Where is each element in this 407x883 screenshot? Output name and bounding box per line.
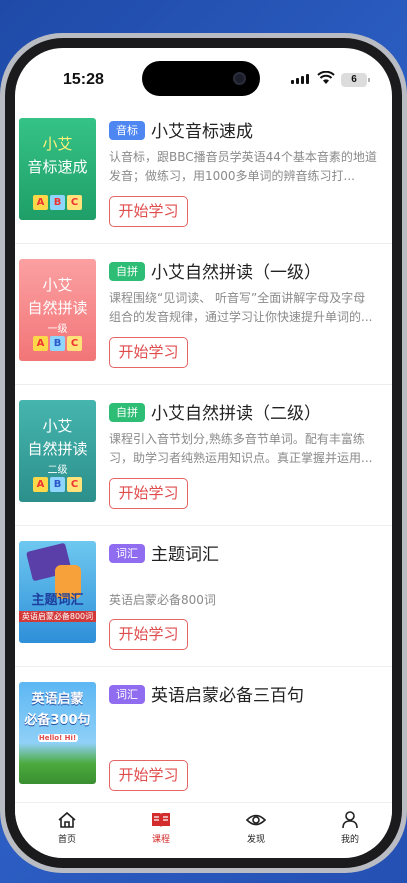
camera-icon <box>233 72 246 85</box>
tab-home[interactable]: 首页 <box>37 811 97 845</box>
course-list: 小艾 音标速成 A B C 音标 小艾音标速成 认音标，跟BBC播音员学英语44… <box>15 103 392 808</box>
tab-bar: 首页 课程 发现 我的 <box>15 802 392 857</box>
thumbnail-text: 二级 <box>47 465 68 476</box>
phone-bezel: 15:28 6 小艾 音标速成 A B C 音标 小艾音标速成 认音标，跟BBC… <box>5 38 402 868</box>
letter-block: C <box>67 195 82 210</box>
phone-frame: 15:28 6 小艾 音标速成 A B C 音标 小艾音标速成 认音标，跟BBC… <box>0 33 407 873</box>
tab-profile[interactable]: 我的 <box>320 811 380 845</box>
wifi-icon <box>317 71 335 84</box>
course-item[interactable]: 小艾 自然拼读 一级 A B C 自拼 小艾自然拼读（一级） 课程围绕“见词读、… <box>15 244 392 385</box>
start-learning-button[interactable]: 开始学习 <box>109 760 188 791</box>
category-badge: 自拼 <box>109 403 145 422</box>
status-time: 15:28 <box>63 71 104 88</box>
course-title: 英语启蒙必备三百句 <box>151 686 304 706</box>
start-learning-button[interactable]: 开始学习 <box>109 619 188 650</box>
course-description: 英语启蒙必备800词 <box>109 593 216 607</box>
thumbnail-text: 自然拼读 <box>27 299 88 317</box>
letter-block: C <box>67 336 82 351</box>
thumbnail-text: 主题词汇 <box>31 593 84 608</box>
thumbnail-text: 音标速成 <box>27 158 88 176</box>
thumbnail-text: 一级 <box>47 324 68 335</box>
course-thumbnail: 小艾 自然拼读 二级 A B C <box>19 400 96 502</box>
tab-label: 发现 <box>246 835 265 845</box>
letter-block: B <box>50 336 65 351</box>
start-learning-button[interactable]: 开始学习 <box>109 196 188 227</box>
status-bar: 15:28 6 <box>15 48 392 100</box>
letter-block: B <box>50 195 65 210</box>
course-thumbnail: 小艾 自然拼读 一级 A B C <box>19 259 96 361</box>
course-thumbnail: 英语启蒙 必备300句 Hello! Hi! <box>19 682 96 784</box>
letter-block: B <box>50 477 65 492</box>
tab-discover[interactable]: 发现 <box>226 811 286 845</box>
letter-blocks: A B C <box>19 336 96 351</box>
speech-bubble: Hello! Hi! <box>37 734 78 742</box>
category-badge: 词汇 <box>109 685 145 704</box>
thumbnail-text: 小艾 <box>42 417 73 435</box>
thumbnail-text: 小艾 <box>42 135 73 153</box>
eye-icon <box>246 814 266 826</box>
tab-label: 课程 <box>151 835 170 845</box>
thumbnail-text: 英语启蒙 <box>31 692 84 707</box>
thumbnail-text: 英语启蒙必备800词 <box>19 611 96 622</box>
letter-block: A <box>33 336 48 351</box>
course-title: 小艾自然拼读（一级） <box>151 263 321 283</box>
course-item[interactable]: 主题词汇 英语启蒙必备800词 词汇 主题词汇 英语启蒙必备800词 开始学习 <box>15 526 392 667</box>
tab-label: 我的 <box>340 835 359 845</box>
battery-icon: 6 <box>341 73 370 87</box>
category-badge: 词汇 <box>109 544 145 563</box>
course-item[interactable]: 小艾 音标速成 A B C 音标 小艾音标速成 认音标，跟BBC播音员学英语44… <box>15 103 392 244</box>
letter-block: A <box>33 195 48 210</box>
course-item[interactable]: 小艾 自然拼读 二级 A B C 自拼 小艾自然拼读（二级） 课程引入音节划分,… <box>15 385 392 526</box>
home-icon <box>58 811 76 828</box>
course-item[interactable]: 英语启蒙 必备300句 Hello! Hi! 词汇 英语启蒙必备三百句 开始学习 <box>15 667 392 808</box>
thumbnail-text: 小艾 <box>42 276 73 294</box>
category-badge: 音标 <box>109 121 145 140</box>
category-badge: 自拼 <box>109 262 145 281</box>
course-title: 主题词汇 <box>151 545 219 565</box>
dynamic-island <box>142 61 260 96</box>
app-screen: 15:28 6 小艾 音标速成 A B C 音标 小艾音标速成 认音标，跟BBC… <box>15 48 392 858</box>
start-learning-button[interactable]: 开始学习 <box>109 337 188 368</box>
tab-courses[interactable]: 课程 <box>131 811 191 845</box>
letter-blocks: A B C <box>19 195 96 210</box>
signal-icon <box>291 74 309 84</box>
course-title: 小艾音标速成 <box>151 122 253 142</box>
course-description: 课程围绕“见词读、 听音写”全面讲解字母及字母组合的发音规律，通过学习让你快速提… <box>109 291 373 324</box>
course-title: 小艾自然拼读（二级） <box>151 404 321 424</box>
letter-block: C <box>67 477 82 492</box>
course-thumbnail: 主题词汇 英语启蒙必备800词 <box>19 541 96 643</box>
thumbnail-text: 自然拼读 <box>27 440 88 458</box>
tab-label: 首页 <box>57 835 76 845</box>
letter-block: A <box>33 477 48 492</box>
book-icon <box>152 813 170 827</box>
course-description: 认音标，跟BBC播音员学英语44个基本音素的地道发音；做练习，用1000多单词的… <box>109 150 377 183</box>
person-icon <box>342 811 358 829</box>
start-learning-button[interactable]: 开始学习 <box>109 478 188 509</box>
letter-blocks: A B C <box>19 477 96 492</box>
course-description: 课程引入音节划分,熟练多音节单词。配有丰富练习，助学习者纯熟运用知识点。真正掌握… <box>109 432 373 465</box>
course-thumbnail: 小艾 音标速成 A B C <box>19 118 96 220</box>
thumbnail-text: 必备300句 <box>24 713 91 728</box>
